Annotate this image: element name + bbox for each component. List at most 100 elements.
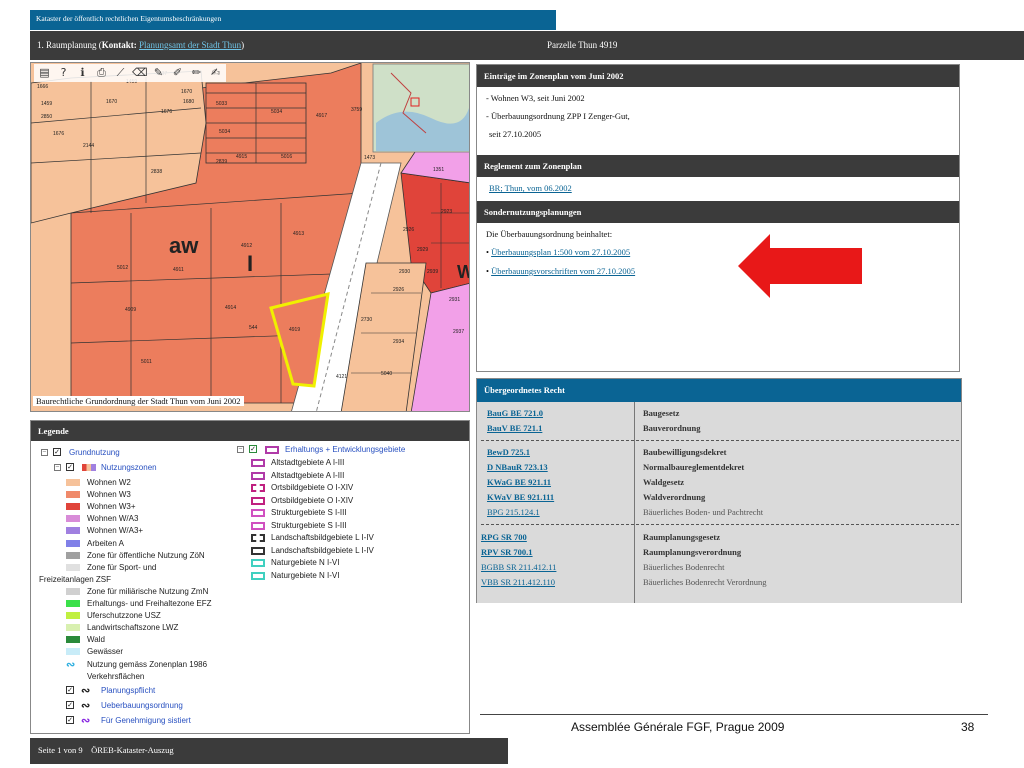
zone-swatch	[66, 636, 80, 644]
law-desc: Raumplanungsgesetz	[643, 532, 720, 542]
edit2-icon[interactable]: ✍	[208, 65, 223, 80]
svg-text:3759: 3759	[351, 107, 362, 113]
svg-text:2850: 2850	[41, 114, 52, 120]
svg-text:4121: 4121	[336, 374, 347, 380]
law-code[interactable]: KWaG BE 921.11	[487, 477, 551, 487]
svg-text:4914: 4914	[225, 305, 236, 311]
svg-text:544: 544	[249, 325, 258, 331]
legend-item-label: Zone für Sport- und	[87, 562, 157, 572]
erase-icon[interactable]: ⌫	[132, 65, 148, 80]
legend-item-label: Landschaftsbildgebiete L I-IV	[271, 545, 374, 555]
page-info: Seite 1 von 9 ÖREB-Kataster-Auszug	[38, 745, 174, 755]
legend-item-label: Ortsbildgebiete O I-XIV	[271, 483, 354, 492]
law-code[interactable]: RPG SR 700	[481, 532, 527, 542]
collapse-icon[interactable]: −	[54, 464, 61, 471]
law-code[interactable]: BGBB SR 211.412.11	[481, 562, 556, 572]
legend-item-label: Strukturgebiete S I-III	[271, 508, 347, 517]
law-desc: Raumplanungsverordnung	[643, 547, 742, 557]
measure-icon[interactable]: ⟋	[113, 65, 128, 80]
wave-icon: ∾	[66, 658, 76, 671]
collapse-icon[interactable]: −	[237, 446, 244, 453]
grundnutzung-checkbox[interactable]: ✓	[53, 448, 61, 456]
law-code[interactable]: BauV BE 721.1	[487, 423, 542, 433]
svg-text:2926: 2926	[393, 287, 404, 293]
layers-icon[interactable]: ▤	[37, 65, 52, 80]
cadastre-title: Kataster der öffentlich rechtlichen Eige…	[36, 14, 222, 23]
law-code[interactable]: RPV SR 700.1	[481, 547, 533, 557]
svg-text:2934: 2934	[393, 339, 404, 345]
law-desc: Baugesetz	[643, 408, 680, 418]
zone-swatch	[66, 515, 80, 523]
pencil-icon[interactable]: ✎	[151, 65, 166, 80]
zone-swatch	[66, 479, 80, 486]
zone-label-i: I	[247, 251, 253, 276]
nutzungszonen-checkbox[interactable]: ✓	[66, 463, 74, 471]
law-code[interactable]: KWaV BE 921.111	[487, 492, 554, 502]
planungspflicht-icon: ∾	[81, 685, 91, 697]
zone-swatch	[66, 551, 80, 559]
svg-text:5011: 5011	[141, 359, 152, 365]
legend-item-label: Verkehrsflächen	[87, 671, 145, 681]
nutzungszonen-icon	[82, 464, 96, 471]
svg-text:1676: 1676	[161, 109, 172, 115]
erhaltung-checkbox[interactable]: ✓	[249, 445, 257, 453]
erhaltung-label: Erhaltungs + Entwicklungsgebiete	[285, 445, 406, 454]
planungspflicht-checkbox[interactable]: ✓	[66, 686, 74, 694]
collapse-icon[interactable]: −	[41, 449, 48, 456]
law-code[interactable]: VBB SR 211.412.110	[481, 577, 555, 587]
area-swatch	[251, 484, 265, 492]
info-icon[interactable]: ℹ	[75, 65, 90, 80]
footer-divider	[480, 714, 988, 715]
contact-link[interactable]: Planungsamt der Stadt Thun	[139, 40, 241, 50]
section-title: 1. Raumplanung (Kontakt: Planungsamt der…	[37, 40, 245, 50]
zone-swatch	[66, 563, 80, 571]
svg-text:5016: 5016	[281, 154, 292, 160]
edit-icon[interactable]: ✏	[189, 65, 204, 80]
sonder-header: Sondernutzungsplanungen	[477, 201, 959, 223]
svg-text:2926: 2926	[403, 227, 414, 233]
law-code[interactable]: BewD 725.1	[487, 447, 530, 457]
genehmigung-checkbox[interactable]: ✓	[66, 716, 74, 724]
svg-text:5034: 5034	[219, 129, 230, 135]
print-icon[interactable]: ⎙	[94, 65, 109, 80]
reglement-link[interactable]: BR; Thun, vom 06.2002	[489, 183, 572, 193]
zoning-map[interactable]: aw I W 1459 1437 1666 1670 1676 1680 167…	[31, 63, 470, 412]
svg-text:1670: 1670	[181, 89, 192, 95]
law-code[interactable]: BauG BE 721.0	[487, 408, 543, 418]
law-desc: Bäuerliches Boden- und Pachtrecht	[643, 507, 764, 517]
zonenplan-line-3: seit 27.10.2005	[489, 129, 542, 139]
erhaltung-icon	[265, 446, 279, 454]
zone-swatch	[66, 491, 80, 499]
help-icon[interactable]: ?	[56, 65, 71, 80]
svg-text:5040: 5040	[381, 371, 392, 377]
svg-text:2144: 2144	[83, 143, 94, 149]
area-swatch	[251, 571, 265, 580]
law-code[interactable]: BPG 215.124.1	[487, 507, 540, 517]
svg-text:4911: 4911	[173, 267, 184, 273]
law-code[interactable]: D NBauR 723.13	[487, 462, 548, 472]
ueberbauungsplan-link[interactable]: Überbauungsplan 1:500 vom 27.10.2005	[491, 247, 630, 257]
zoning-map-panel[interactable]: aw I W 1459 1437 1666 1670 1676 1680 167…	[30, 62, 470, 412]
ueberbauungsordnung-checkbox[interactable]: ✓	[66, 701, 74, 709]
svg-text:2937: 2937	[453, 329, 464, 335]
ueberbauungsvorschriften-link[interactable]: Überbauungsvorschriften vom 27.10.2005	[491, 266, 635, 276]
legend-item-label: Altstadtgebiete A I-III	[271, 470, 345, 480]
area-swatch	[251, 471, 265, 480]
legend-item-label: Strukturgebiete S I-III	[271, 520, 347, 530]
zone-label-aw: aw	[169, 233, 199, 258]
zone-swatch	[66, 587, 80, 595]
svg-text:5033: 5033	[216, 101, 227, 107]
svg-text:5012: 5012	[117, 265, 128, 271]
svg-text:4917: 4917	[316, 113, 327, 119]
law-desc: Waldgesetz	[643, 477, 685, 487]
area-swatch	[251, 459, 265, 467]
legend-item-label: Wohnen W3	[87, 490, 131, 500]
legend-item-label: Wohnen W3+	[87, 502, 136, 512]
red-arrow-icon	[738, 234, 862, 298]
superior-law-panel: Übergeordnetes Recht BauG BE 721.0 Bauge…	[476, 378, 962, 603]
pencil2-icon[interactable]: ✐	[170, 65, 185, 80]
legend-item-label: Landwirtschaftszone LWZ	[87, 623, 179, 633]
svg-text:1459: 1459	[41, 101, 52, 107]
area-swatch	[251, 521, 265, 530]
legend-header: Legende	[31, 421, 469, 441]
